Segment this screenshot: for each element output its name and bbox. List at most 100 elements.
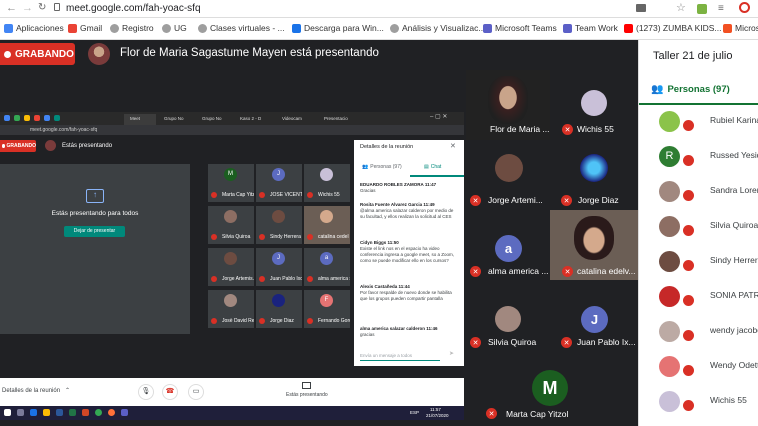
bookmark-registro[interactable]: Registro (110, 23, 154, 33)
shared-tab: Grupo No (202, 116, 222, 121)
participant-tile-flor[interactable]: Flor de Maria ... (466, 70, 550, 140)
tile-name: Jorge Artemi... (488, 195, 543, 205)
send-icon[interactable]: ➤ (449, 350, 454, 357)
mic-off-icon: ✕ (561, 337, 572, 348)
bookmark-label: Análisis y Visualizac... (402, 23, 486, 33)
chrome-icon[interactable] (95, 409, 102, 416)
participant-avatar (659, 321, 680, 342)
participant-avatar (581, 90, 607, 116)
mic-off-icon: ✕ (470, 195, 481, 206)
mic-off-icon (259, 192, 265, 198)
shared-grid-tile: a alma america s... (304, 248, 350, 286)
shared-grid-tile: J Juan Pablo Ixc... (256, 248, 302, 286)
recording-label: GRABANDO (6, 143, 36, 149)
bookmark-descarga[interactable]: Descarga para Win... (292, 23, 384, 33)
participant-tile-jorge-artemi[interactable]: ✕ Jorge Artemi... (466, 140, 550, 210)
participant-avatar (224, 210, 237, 223)
list-item[interactable]: Silvia Quiroa (639, 210, 758, 243)
lock-icon (54, 3, 60, 11)
tile-name: Jorge Diaz (578, 195, 619, 205)
bookmark-label: Gmail (80, 23, 103, 33)
stop-presenting-button[interactable]: Dejar de presentar (64, 226, 125, 237)
word-icon[interactable] (56, 409, 63, 416)
recording-badge: GRABANDO (0, 43, 75, 65)
reload-icon[interactable]: ↻ (38, 2, 46, 13)
participant-tile-catalina[interactable]: ✕ catalina edelv... (550, 210, 638, 280)
list-item[interactable]: wendy jacobo (639, 315, 758, 348)
extension-icon[interactable] (697, 4, 707, 14)
bookmark-label: Registro (122, 23, 154, 33)
participant-tile-alma[interactable]: a ✕ alma america ... (466, 210, 550, 280)
mic-off-icon (259, 234, 265, 240)
participant-avatar: M (532, 370, 568, 406)
bookmark-apps[interactable]: Aplicaciones (4, 23, 64, 33)
bookmark-teams[interactable]: Microsoft Teams (483, 23, 557, 33)
list-item[interactable]: Rubiel Karina (639, 105, 758, 138)
bookmark-ug[interactable]: UG (162, 23, 187, 33)
participant-avatar: F (320, 294, 333, 307)
participant-avatar (495, 154, 523, 182)
windows-icon[interactable] (4, 409, 11, 416)
folder-icon[interactable] (43, 409, 50, 416)
bookmark-zumba[interactable]: (1273) ZUMBA KIDS... (624, 23, 722, 33)
powerpoint-icon[interactable] (82, 409, 89, 416)
excel-icon[interactable] (69, 409, 76, 416)
menu-icon[interactable]: ≡ (718, 3, 724, 14)
close-icon[interactable]: ✕ (450, 142, 456, 150)
bookmark-gmail[interactable]: Gmail (68, 23, 102, 33)
bookmark-teamwork[interactable]: Team Work (563, 23, 618, 33)
app-icon (34, 115, 40, 121)
url-text[interactable]: meet.google.com/fah-yoac-sfq (66, 3, 201, 14)
bookmark-label: Team Work (575, 23, 618, 33)
list-item[interactable]: Wendy Odette (639, 350, 758, 383)
list-item[interactable]: R Russed Yesid (639, 140, 758, 173)
bookmark-clases[interactable]: Clases virtuales - ... (198, 23, 285, 33)
taskbar-icons (4, 409, 128, 416)
camera-icon[interactable] (636, 4, 646, 12)
participant-avatar: R (659, 146, 680, 167)
shared-grid-tile: Josè David Rey... (208, 290, 254, 328)
presenter-avatar (88, 43, 110, 65)
participant-photo (488, 76, 528, 124)
app-icon (54, 115, 60, 121)
participant-tile-wichis[interactable]: ✕ Wichis 55 (550, 70, 638, 140)
bookmark-microsoft[interactable]: Microso (723, 23, 758, 33)
shared-presenter-avatar (45, 140, 56, 151)
bookmark-analisis[interactable]: Análisis y Visualizac... (390, 23, 485, 33)
shared-presenting-text: Estás presentando (62, 143, 113, 149)
back-icon[interactable]: ← (6, 2, 17, 14)
chat-text: Gracias (360, 188, 376, 193)
participant-tile-marta[interactable]: M ✕ Marta Cap Yitzol (466, 350, 638, 426)
presenting-all-text: Estás presentando para todos (51, 210, 139, 217)
shared-tabs: Meet Grupo No Grupo No Kaso 2 - D Videoc… (124, 114, 358, 125)
teams-icon[interactable] (121, 409, 128, 416)
people-panel: Taller 21 de julio 👥 Personas (97) Rubie… (638, 40, 758, 426)
chat-tab-chat[interactable]: ▤ Chat (424, 164, 441, 170)
block-icon[interactable] (739, 2, 750, 13)
app-icon[interactable] (30, 409, 37, 416)
mic-button[interactable]: 🎙 (138, 384, 154, 400)
camera-button[interactable]: ▭ (188, 384, 204, 400)
forward-icon[interactable]: → (22, 2, 33, 14)
mic-off-icon (211, 276, 217, 282)
shared-tab: Videocam (282, 116, 302, 121)
list-item[interactable]: Wichis 55 (639, 385, 758, 418)
participant-tile-juan-pablo[interactable]: J ✕ Juan Pablo Ix... (550, 280, 638, 350)
list-item[interactable]: SONIA PATRICI (639, 280, 758, 313)
people-tab[interactable]: 👥 Personas (97) (651, 84, 730, 95)
firefox-icon[interactable] (108, 409, 115, 416)
hangup-button[interactable]: ☎ (162, 384, 178, 400)
taskbar-clock: 11:57 (430, 407, 441, 412)
list-item[interactable]: Sindy Herrera (639, 245, 758, 278)
list-item[interactable]: Sandra Lorena (639, 175, 758, 208)
chat-input[interactable]: Envía un mensaje a todos (360, 353, 440, 361)
participant-tile-jorge-diaz[interactable]: ✕ Jorge Diaz (550, 140, 638, 210)
chat-tab-people[interactable]: 👥 Personas (97) (362, 164, 402, 170)
participant-avatar: a (495, 235, 522, 262)
chevron-up-icon[interactable]: ⌃ (65, 387, 70, 394)
meeting-details-button[interactable]: Detalles de la reunión (2, 388, 60, 394)
star-icon[interactable]: ☆ (676, 1, 686, 14)
search-icon[interactable] (17, 409, 24, 416)
participant-tile-silvia[interactable]: ✕ Silvia Quiroa (466, 280, 550, 350)
presenting-bottom-label[interactable]: Estás presentando (286, 392, 328, 398)
